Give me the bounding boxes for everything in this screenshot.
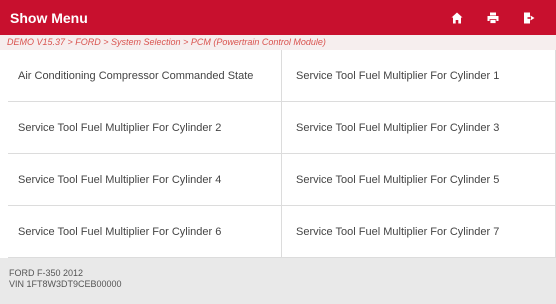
menu-item[interactable]: Service Tool Fuel Multiplier For Cylinde… [8,102,282,154]
list-margin [0,50,8,258]
menu-item[interactable]: Service Tool Fuel Multiplier For Cylinde… [8,206,282,258]
home-button[interactable] [442,0,472,35]
menu-item[interactable]: Air Conditioning Compressor Commanded St… [8,50,282,102]
exit-button[interactable] [514,0,544,35]
vehicle-info-footer: FORD F-350 2012 VIN 1FT8W3DT9CEB00000 [0,258,556,304]
breadcrumb: DEMO V15.37 > FORD > System Selection > … [0,35,556,50]
menu-item[interactable]: Service Tool Fuel Multiplier For Cylinde… [282,154,556,206]
vehicle-vin: VIN 1FT8W3DT9CEB00000 [9,279,122,289]
title-bar: Show Menu [0,0,556,35]
menu-item[interactable]: Service Tool Fuel Multiplier For Cylinde… [282,102,556,154]
home-icon [451,12,463,23]
print-button[interactable] [478,0,508,35]
vehicle-model: FORD F-350 2012 [9,268,84,278]
menu-grid: Air Conditioning Compressor Commanded St… [8,50,556,258]
page-title: Show Menu [10,9,88,26]
menu-item[interactable]: Service Tool Fuel Multiplier For Cylinde… [282,50,556,102]
exit-icon [524,12,535,23]
print-icon [487,12,499,24]
menu-item[interactable]: Service Tool Fuel Multiplier For Cylinde… [8,154,282,206]
menu-item[interactable]: Service Tool Fuel Multiplier For Cylinde… [282,206,556,258]
